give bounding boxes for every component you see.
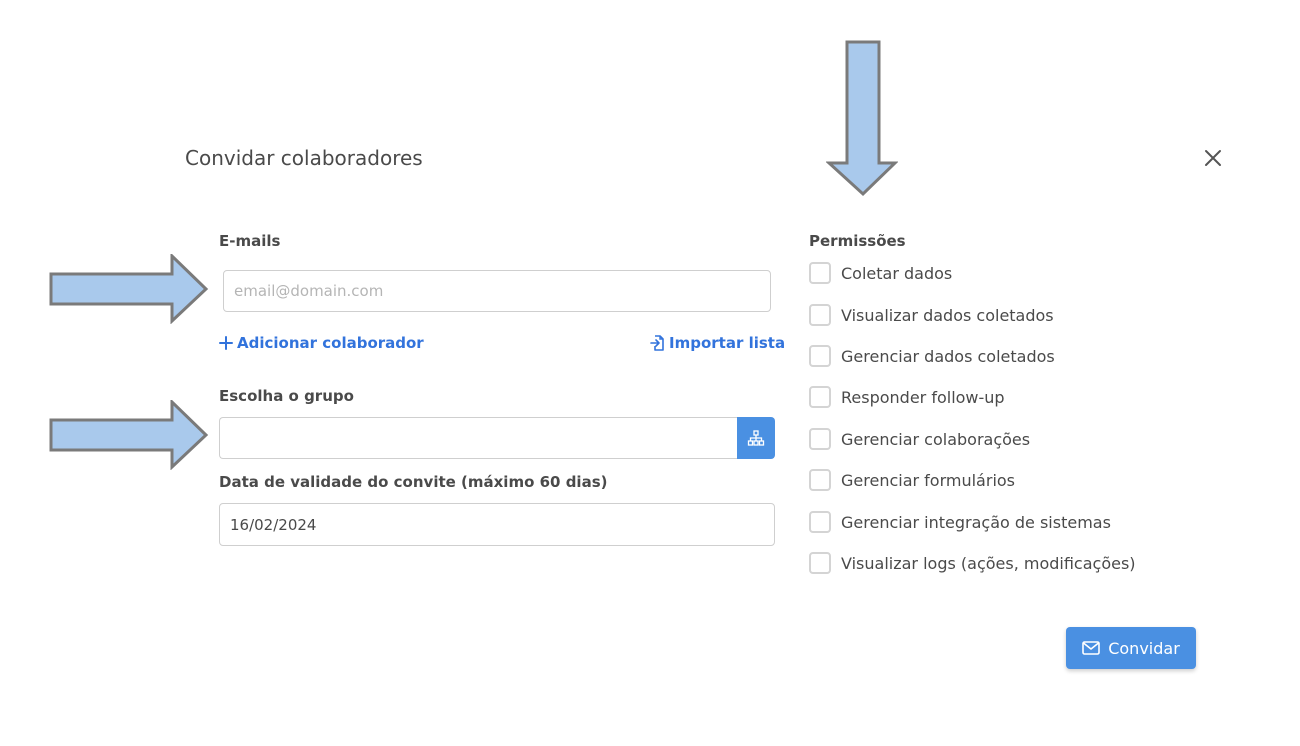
add-collaborator-label: Adicionar colaborador: [237, 334, 424, 352]
envelope-icon: [1082, 641, 1101, 655]
invite-button[interactable]: Convidar: [1066, 627, 1196, 669]
permission-checkbox[interactable]: [809, 304, 831, 326]
permission-label: Gerenciar formulários: [841, 470, 1016, 490]
permission-label: Responder follow-up: [841, 387, 1005, 407]
import-list-link[interactable]: Importar lista: [650, 334, 785, 352]
permission-checkbox[interactable]: [809, 428, 831, 450]
permission-label: Visualizar logs (ações, modificações): [841, 553, 1136, 573]
dialog-title: Convidar colaboradores: [185, 146, 423, 170]
group-label: Escolha o grupo: [219, 387, 354, 405]
permission-label: Coletar dados: [841, 263, 953, 283]
permission-gerenciar-formularios[interactable]: Gerenciar formulários: [809, 468, 1015, 492]
permission-checkbox[interactable]: [809, 511, 831, 533]
permission-responder-follow-up[interactable]: Responder follow-up: [809, 385, 1005, 409]
permission-coletar-dados[interactable]: Coletar dados: [809, 261, 952, 285]
permission-visualizar-dados-coletados[interactable]: Visualizar dados coletados: [809, 303, 1054, 327]
permission-checkbox[interactable]: [809, 386, 831, 408]
expiry-label: Data de validade do convite (máximo 60 d…: [219, 473, 608, 491]
plus-icon: [219, 336, 233, 350]
permission-gerenciar-dados-coletados[interactable]: Gerenciar dados coletados: [809, 344, 1055, 368]
permissions-label: Permissões: [809, 232, 906, 250]
import-list-label: Importar lista: [669, 334, 786, 352]
close-icon: [1205, 150, 1221, 166]
group-input[interactable]: [219, 417, 737, 459]
annotation-arrow-down: [826, 40, 898, 197]
emails-label: E-mails: [219, 232, 281, 250]
hierarchy-icon: [747, 430, 765, 446]
permission-label: Gerenciar dados coletados: [841, 346, 1055, 366]
permission-checkbox[interactable]: [809, 345, 831, 367]
permission-visualizar-logs[interactable]: Visualizar logs (ações, modificações): [809, 551, 1136, 575]
add-collaborator-link[interactable]: Adicionar colaborador: [219, 334, 424, 352]
group-picker-button[interactable]: [737, 417, 775, 459]
permission-label: Gerenciar colaborações: [841, 429, 1031, 449]
permission-checkbox[interactable]: [809, 552, 831, 574]
import-file-icon: [650, 335, 664, 351]
annotation-arrow-right-emails: [49, 254, 209, 324]
permission-gerenciar-colaboracoes[interactable]: Gerenciar colaborações: [809, 427, 1030, 451]
annotation-arrow-right-group: [49, 400, 209, 470]
permission-checkbox[interactable]: [809, 262, 831, 284]
permission-checkbox[interactable]: [809, 469, 831, 491]
permission-label: Gerenciar integração de sistemas: [841, 512, 1111, 532]
invite-button-label: Convidar: [1108, 638, 1180, 658]
permission-gerenciar-integracao[interactable]: Gerenciar integração de sistemas: [809, 510, 1111, 534]
close-button[interactable]: [1201, 146, 1225, 170]
expiry-date-input[interactable]: [219, 503, 775, 546]
permission-label: Visualizar dados coletados: [841, 305, 1054, 325]
email-input[interactable]: [223, 270, 771, 312]
